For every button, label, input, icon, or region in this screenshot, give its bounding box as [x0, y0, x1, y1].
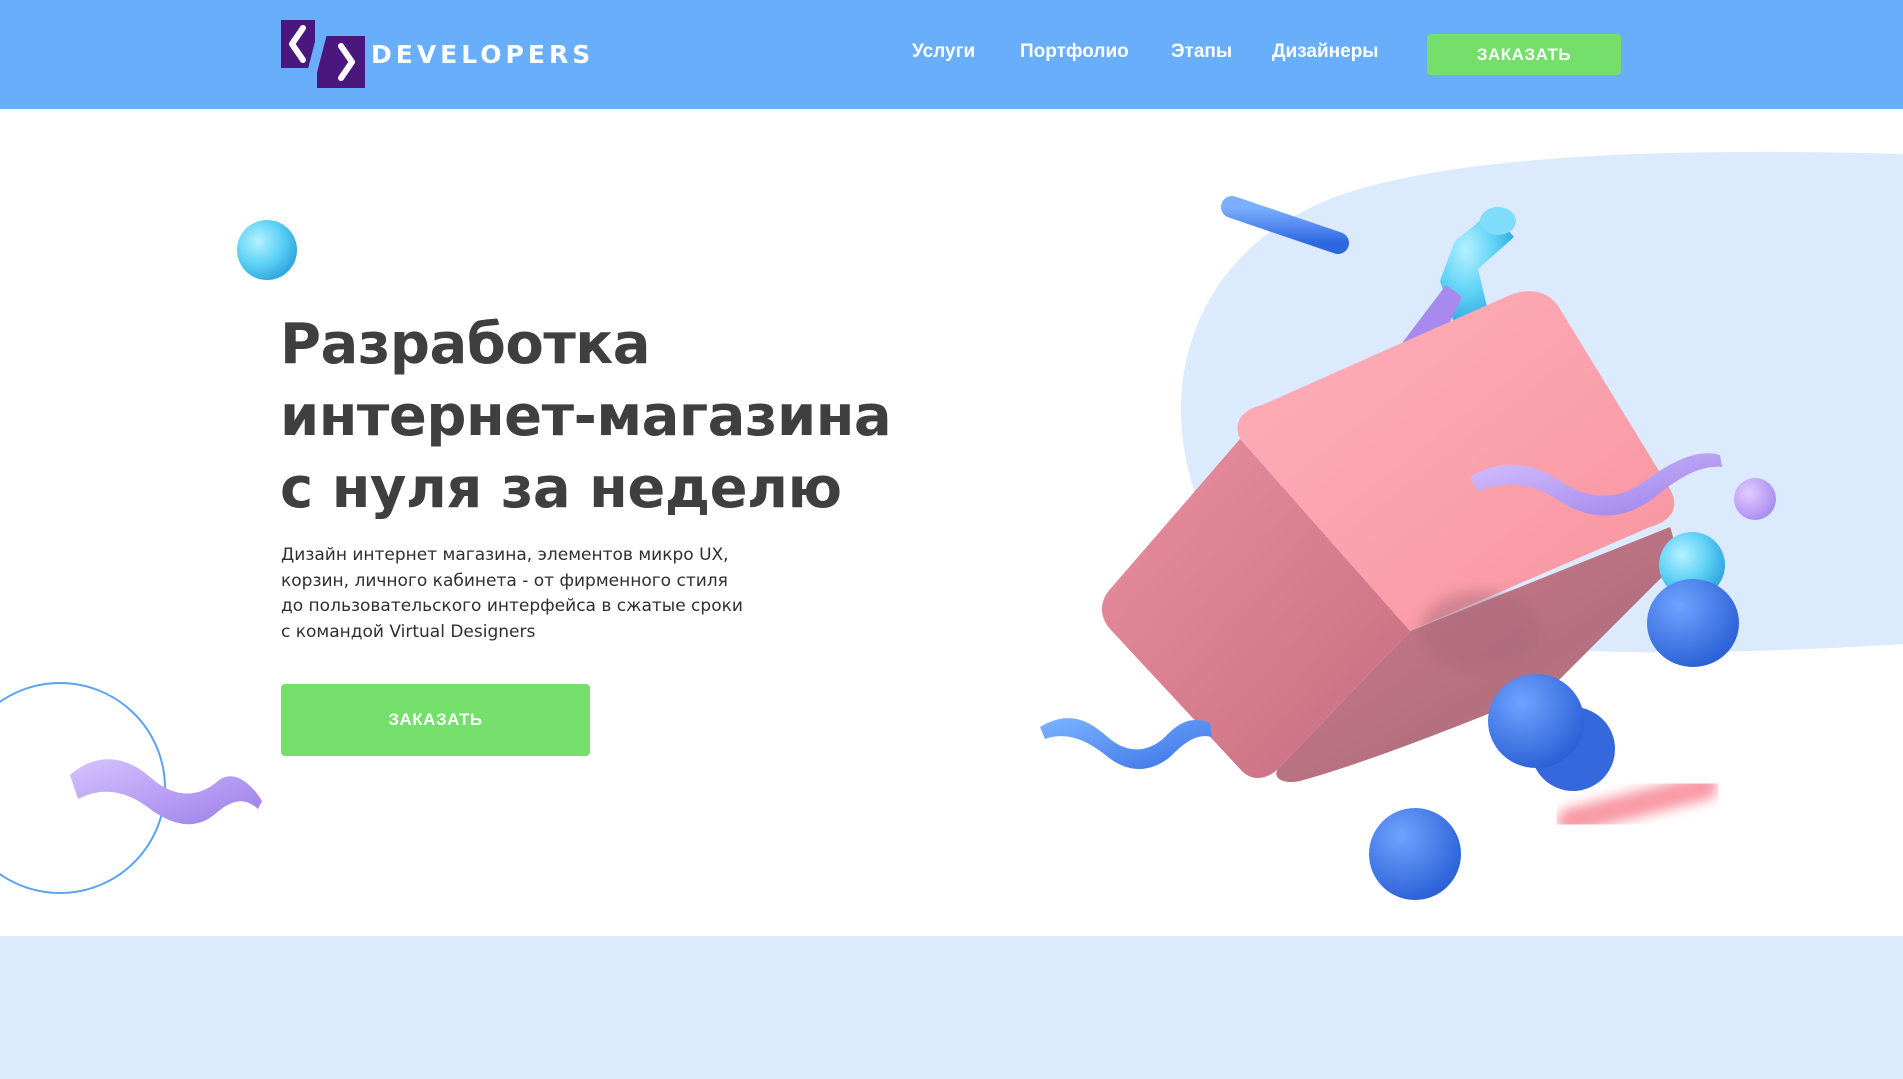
nav-item-stages[interactable]: Этапы [1171, 41, 1232, 63]
hero-title-line: Разработка [280, 312, 651, 377]
purple-wave-left [70, 759, 262, 825]
hero-description-line: с командой Virtual Designers [281, 621, 536, 642]
next-section-band [0, 936, 1903, 1079]
hero-section: Разработка интернет-магазина с нуля за н… [0, 109, 1903, 936]
blue-wave [1040, 718, 1212, 769]
nav-item-services[interactable]: Услуги [912, 41, 975, 63]
blue-coin-right [1647, 579, 1739, 667]
hero-description: Дизайн интернет магазина, элементов микр… [281, 543, 841, 645]
pink-stick [1557, 774, 1718, 834]
site-header: DEVELOPERS Услуги Портфолио Этапы Дизайн… [0, 0, 1903, 109]
blue-coin-bottom [1369, 808, 1461, 900]
hero-description-line: корзин, личного кабинета - от фирменного… [281, 570, 728, 591]
header-order-button[interactable]: ЗАКАЗАТЬ [1427, 34, 1621, 75]
hero-description-line: Дизайн интернет магазина, элементов микр… [281, 545, 729, 565]
blue-coin-pair-front [1488, 674, 1584, 768]
hero-title-line: интернет-магазина [280, 384, 892, 449]
hero-order-button[interactable]: ЗАКАЗАТЬ [281, 684, 590, 756]
hero-title-line: с нуля за неделю [280, 456, 842, 521]
nav-item-portfolio[interactable]: Портфолио [1020, 41, 1129, 63]
nav-item-designers[interactable]: Дизайнеры [1272, 41, 1379, 63]
hero-title: Разработка интернет-магазина с нуля за н… [280, 309, 1000, 525]
cyan-sphere [237, 220, 297, 280]
hero-description-line: до пользовательского интерфейса в сжатые… [281, 596, 743, 616]
purple-ball [1734, 478, 1776, 520]
